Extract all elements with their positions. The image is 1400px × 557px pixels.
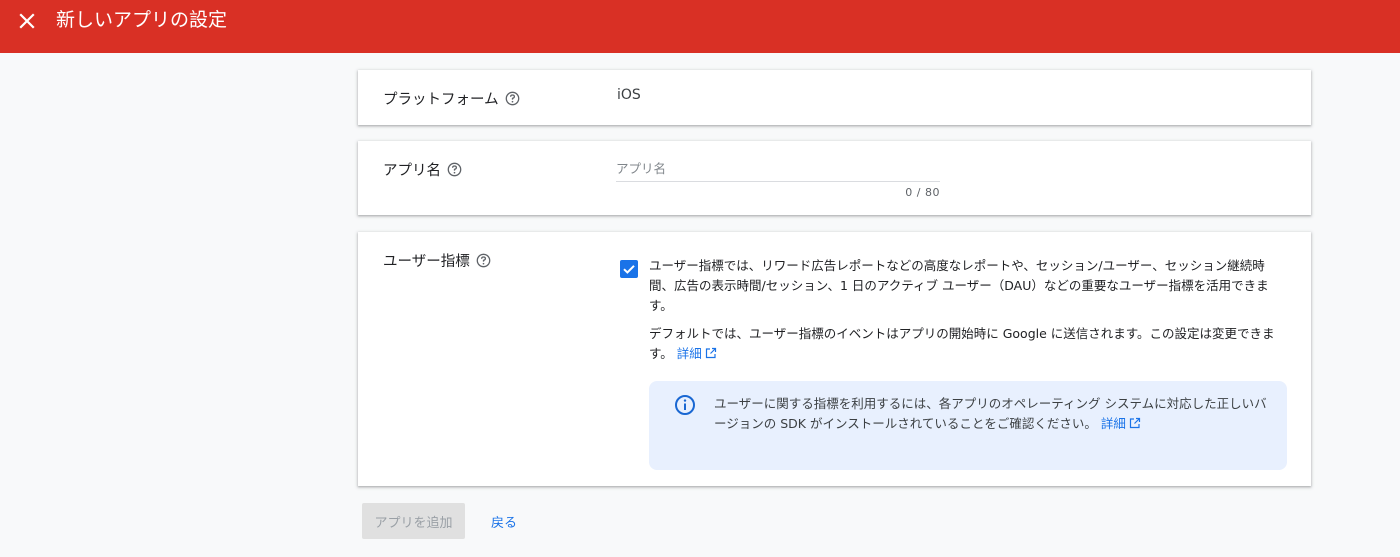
check-icon <box>623 265 635 274</box>
open-in-new-icon <box>705 347 716 359</box>
details-link[interactable]: 詳細 <box>677 346 717 361</box>
sdk-info-box: ユーザーに関する指標を利用するには、各アプリのオペレーティング システムに対応し… <box>649 381 1287 470</box>
user-metrics-label-row: ユーザー指標 <box>383 250 491 271</box>
app-name-label: アプリ名 <box>383 163 441 179</box>
help-circle-icon[interactable] <box>476 253 491 268</box>
close-button[interactable] <box>10 4 44 38</box>
user-metrics-label: ユーザー指標 <box>383 254 470 270</box>
page-title: 新しいアプリの設定 <box>56 9 228 31</box>
app-header: 新しいアプリの設定 <box>0 0 1400 53</box>
platform-label-row: プラットフォーム <box>383 88 520 109</box>
info-message: ユーザーに関する指標を利用するには、各アプリのオペレーティング システムに対応し… <box>714 396 1267 431</box>
user-metrics-card: ユーザー指標 ユーザー指標では、リワード広告レポートなどの高度なレポートや、セッ… <box>358 232 1311 486</box>
add-app-button[interactable]: アプリを追加 <box>362 503 465 539</box>
platform-card: プラットフォーム iOS <box>358 70 1311 125</box>
default-text: デフォルトでは、ユーザー指標のイベントはアプリの開始時に Google に送信さ… <box>649 326 1275 361</box>
char-counter: 0 / 80 <box>905 186 940 199</box>
platform-value: iOS <box>617 87 641 103</box>
info-icon <box>675 395 695 415</box>
app-name-label-row: アプリ名 <box>383 159 462 180</box>
details-link-label: 詳細 <box>676 346 702 361</box>
platform-label: プラットフォーム <box>383 92 499 108</box>
user-metrics-default-text: デフォルトでは、ユーザー指標のイベントはアプリの開始時に Google に送信さ… <box>649 324 1289 364</box>
app-name-card: アプリ名 0 / 80 <box>358 141 1311 215</box>
sdk-info-text: ユーザーに関する指標を利用するには、各アプリのオペレーティング システムに対応し… <box>714 394 1269 434</box>
close-icon <box>19 13 35 29</box>
help-circle-icon[interactable] <box>505 91 520 106</box>
info-details-link-label: 詳細 <box>1100 416 1126 431</box>
open-in-new-icon <box>1129 417 1140 429</box>
info-details-link[interactable]: 詳細 <box>1101 416 1141 431</box>
user-metrics-checkbox[interactable] <box>620 260 638 278</box>
help-circle-icon[interactable] <box>447 162 462 177</box>
app-name-input[interactable] <box>616 159 940 182</box>
user-metrics-description: ユーザー指標では、リワード広告レポートなどの高度なレポートや、セッション/ユーザ… <box>649 258 1269 313</box>
back-button[interactable]: 戻る <box>478 503 530 539</box>
